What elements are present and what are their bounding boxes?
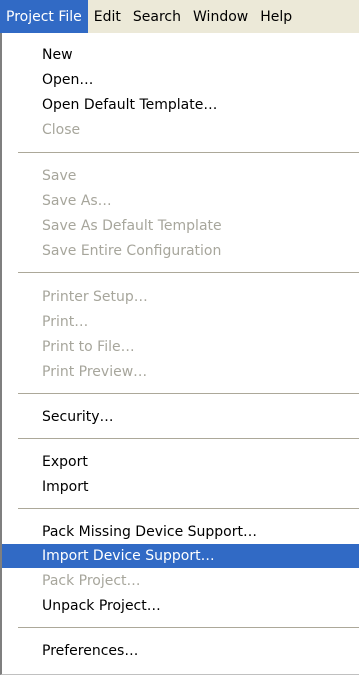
menu-separator bbox=[18, 438, 359, 439]
menu-item-print-preview: Print Preview… bbox=[42, 364, 148, 380]
menu-item-close: Close bbox=[42, 122, 81, 138]
menu-item-open[interactable]: Open… bbox=[2, 68, 359, 92]
menu-window[interactable]: Window bbox=[187, 0, 254, 33]
menu-item-preferences[interactable]: Preferences… bbox=[2, 639, 359, 663]
menu-item-export[interactable]: Export bbox=[2, 450, 359, 474]
menu-separator bbox=[18, 272, 359, 273]
menu-item-import-device-support[interactable]: Import Device Support… bbox=[2, 544, 359, 568]
menu-item-save: Save bbox=[42, 168, 77, 184]
menu-item-open-default-template[interactable]: Open Default Template… bbox=[2, 93, 359, 117]
menu-help[interactable]: Help bbox=[254, 0, 298, 33]
menu-item-import[interactable]: Import bbox=[2, 475, 359, 499]
menu-item-unpack-project[interactable]: Unpack Project… bbox=[2, 594, 359, 618]
menu-separator bbox=[18, 393, 359, 394]
menu-item-printer-setup: Printer Setup… bbox=[42, 289, 148, 305]
menu-separator bbox=[18, 508, 359, 509]
menu-item-new[interactable]: New bbox=[2, 43, 359, 67]
menu-bar: Project File Edit Search Window Help bbox=[0, 0, 359, 33]
menu-item-save-as-default-template: Save As Default Template bbox=[42, 218, 222, 234]
menu-item-security[interactable]: Security… bbox=[2, 405, 359, 429]
menu-item-pack-missing-device-support[interactable]: Pack Missing Device Support… bbox=[2, 520, 359, 544]
menu-item-print-to-file: Print to File… bbox=[42, 339, 135, 355]
menu-item-save-as: Save As… bbox=[42, 193, 112, 209]
menu-item-pack-project: Pack Project… bbox=[42, 573, 141, 589]
menu-item-print: Print… bbox=[42, 314, 89, 330]
menu-search[interactable]: Search bbox=[127, 0, 187, 33]
menu-project-file[interactable]: Project File bbox=[0, 0, 88, 33]
menu-separator bbox=[18, 627, 359, 628]
menu-edit[interactable]: Edit bbox=[88, 0, 127, 33]
menu-separator bbox=[18, 152, 359, 153]
project-file-dropdown: New Open… Open Default Template… Close S… bbox=[0, 33, 359, 675]
menu-item-save-entire-configuration: Save Entire Configuration bbox=[42, 243, 222, 259]
